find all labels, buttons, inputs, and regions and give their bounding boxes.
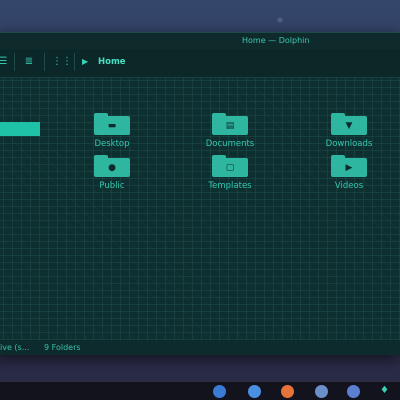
folder-public[interactable]: ● Public xyxy=(67,155,157,200)
status-space-info: ive (s... xyxy=(0,343,30,352)
folder-videos[interactable]: ▶ Videos xyxy=(304,155,394,200)
file-view[interactable]: ▬ Desktop ▤ Documents ▼ Downloads ● Publ… xyxy=(0,78,400,340)
folder-label: Desktop xyxy=(94,139,130,149)
app-icon-2[interactable] xyxy=(248,385,261,398)
app-icon-4[interactable] xyxy=(315,385,328,398)
compact-view-icon[interactable]: ⋮⋮ xyxy=(52,55,72,69)
dolphin-window: Home — Dolphin ☰ ≣ ⋮⋮ ▶ Home ▬ Desktop ▤… xyxy=(0,32,400,355)
window-titlebar[interactable]: Home — Dolphin xyxy=(0,33,400,49)
documents-folder-icon: ▤ xyxy=(212,113,248,135)
templates-folder-icon: ▢ xyxy=(212,155,248,177)
details-view-icon[interactable]: ≣ xyxy=(22,55,36,69)
taskbar: ♦ xyxy=(0,382,400,400)
breadcrumb-home[interactable]: Home xyxy=(98,55,126,69)
folder-label: Public xyxy=(99,181,125,191)
toolbar-separator xyxy=(74,53,75,71)
toolbar: ☰ ≣ ⋮⋮ ▶ Home xyxy=(0,49,400,78)
folder-templates[interactable]: ▢ Templates xyxy=(185,155,275,200)
videos-folder-icon: ▶ xyxy=(331,155,367,177)
public-folder-icon: ● xyxy=(94,155,130,177)
folder-label: Documents xyxy=(205,139,255,149)
folder-label: Downloads xyxy=(325,139,373,149)
desktop-folder-icon: ▬ xyxy=(94,113,130,135)
folder-documents[interactable]: ▤ Documents xyxy=(185,113,275,158)
folder-downloads[interactable]: ▼ Downloads xyxy=(304,113,394,158)
status-bar: ive (s... 9 Folders xyxy=(0,341,400,355)
tray-drop-icon[interactable]: ♦ xyxy=(380,385,389,397)
places-panel-selected-item[interactable] xyxy=(0,122,40,136)
icons-view-icon[interactable]: ☰ xyxy=(0,55,10,69)
folder-label: Videos xyxy=(334,181,364,191)
toolbar-separator xyxy=(14,53,15,71)
status-folder-count: 9 Folders xyxy=(44,343,81,352)
folder-desktop[interactable]: ▬ Desktop xyxy=(67,113,157,158)
window-title: Home — Dolphin xyxy=(242,36,310,45)
firefox-icon[interactable] xyxy=(281,385,294,398)
toolbar-separator xyxy=(44,53,45,71)
app-icon-5[interactable] xyxy=(347,385,360,398)
breadcrumb-arrow-icon: ▶ xyxy=(82,57,89,66)
app-icon-1[interactable] xyxy=(213,385,226,398)
folder-label: Templates xyxy=(208,181,252,191)
downloads-folder-icon: ▼ xyxy=(331,113,367,135)
